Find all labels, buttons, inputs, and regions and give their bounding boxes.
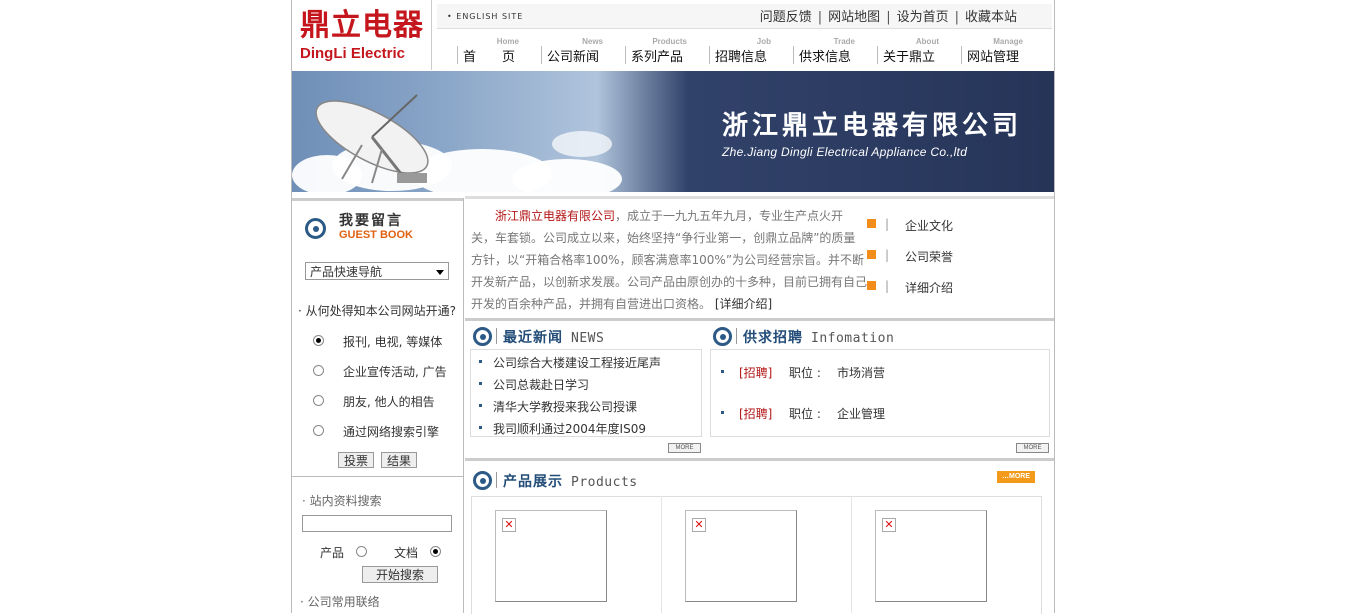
top-links: 问题反馈 | 网站地图 | 设为首页 | 收藏本站 [759,10,1017,25]
nav-trade[interactable]: Trade 供求信息 [773,34,857,68]
arrow-icon [867,250,876,259]
target-icon [305,218,326,239]
news-more-button[interactable]: MORE [668,443,701,453]
guest-book-link[interactable]: 我要留言 GUEST BOOK [292,198,463,249]
news-list: 公司综合大楼建设工程接近尾声 公司总裁赴日学习 清华大学教授来我公司授课 我司顺… [470,349,702,437]
feedback-link[interactable]: 问题反馈 [760,10,812,25]
target-icon [713,327,732,346]
target-icon [473,471,492,490]
products-more-button[interactable]: …MORE [997,471,1035,483]
broken-image-icon: ✕ [882,518,896,532]
jobs-more-button[interactable]: MORE [1016,443,1049,453]
search-input[interactable] [302,515,452,532]
divider [292,476,463,477]
chevron-down-icon [436,270,444,275]
products-header: 产品展示 Products [465,466,865,494]
site-search-title: · 站内资料搜索 [302,494,382,508]
arrow-icon [867,281,876,290]
banner: 浙江鼎立电器有限公司 Zhe.Jiang Dingli Electrical A… [292,71,1054,192]
product-card[interactable]: ✕ [852,496,1040,613]
set-homepage-link[interactable]: 设为首页 [897,10,949,25]
contact-title: · 公司常用联络 [300,595,380,609]
vote-button[interactable]: 投票 [338,452,374,468]
intro-text: 浙江鼎立电器有限公司，成立于一九九五年九月，专业生产点火开关，车套锁。公司成立以… [471,209,868,311]
news-header: 最近新闻 NEWS [465,322,705,350]
banner-title: 浙江鼎立电器有限公司 [722,111,1023,141]
product-image[interactable]: ✕ [875,510,987,602]
banner-subtitle: Zhe.Jiang Dingli Electrical Appliance Co… [722,145,968,159]
poll-question: · 从何处得知本公司网站开通? [298,304,456,318]
nav-news[interactable]: News 公司新闻 [521,34,605,68]
logo[interactable]: 鼎立电器 DingLi Electric [292,0,432,70]
bookmark-link[interactable]: 收藏本站 [965,10,1017,25]
radio-button[interactable] [313,395,324,406]
culture-link[interactable]: | 企业文化 [867,217,953,234]
target-icon [473,327,492,346]
nav-jobs[interactable]: Job 招聘信息 [689,34,773,68]
search-option-document[interactable]: 文档 [394,544,441,561]
jobs-header: 供求招聘 Infomation [705,322,1045,350]
search-option-product[interactable]: 产品 [320,544,367,561]
honors-link[interactable]: | 公司荣誉 [867,248,953,265]
company-name-link[interactable]: 浙江鼎立电器有限公司 [495,209,615,223]
nav-manage[interactable]: Manage 网站管理 [941,34,1025,68]
product-card[interactable]: ✕ [472,496,662,613]
search-button[interactable]: 开始搜索 [362,566,438,583]
left-sidebar: 我要留言 GUEST BOOK 产品快速导航 · 从何处得知本公司网站开通? 报… [292,198,464,613]
radio-button[interactable] [313,335,324,346]
main-nav: Home 首 页 News 公司新闻 Products 系列产品 Job 招聘信息 Tr… [437,34,1052,68]
radio-button[interactable] [356,546,367,557]
nav-products[interactable]: Products 系列产品 [605,34,689,68]
nav-about[interactable]: About 关于鼎立 [857,34,941,68]
divider [465,318,1054,321]
product-card[interactable]: ✕ [662,496,852,613]
radio-button[interactable] [313,365,324,376]
broken-image-icon: ✕ [692,518,706,532]
sitemap-link[interactable]: 网站地图 [828,10,880,25]
logo-text-cn: 鼎立电器 [300,8,424,43]
page-wrapper: 鼎立电器 DingLi Electric • ENGLISH SITE 问题反馈… [291,0,1055,614]
more-details-link[interactable]: [详细介绍] [715,297,772,311]
radio-button[interactable] [313,425,324,436]
jobs-list: [招聘] 职位 : 市场消营 [招聘] 职位 : 企业管理 [710,349,1050,437]
logo-text-en: DingLi Electric [300,45,406,62]
arrow-icon [867,219,876,228]
english-site-link[interactable]: • ENGLISH SITE [447,12,523,21]
results-button[interactable]: 结果 [381,452,417,468]
product-quick-nav-select[interactable]: 产品快速导航 [305,262,449,280]
satellite-dish-icon [315,94,429,184]
divider [465,458,1054,461]
company-intro: 浙江鼎立电器有限公司，成立于一九九五年九月，专业生产点火开关，车套锁。公司成立以… [465,196,1054,319]
broken-image-icon: ✕ [502,518,516,532]
radio-button[interactable] [430,546,441,557]
nav-home[interactable]: Home 首 页 [437,34,521,68]
top-bar: • ENGLISH SITE 问题反馈 | 网站地图 | 设为首页 | 收藏本站 [437,4,1052,29]
details-link[interactable]: | 详细介绍 [867,279,953,296]
product-image[interactable]: ✕ [685,510,797,602]
product-image[interactable]: ✕ [495,510,607,602]
